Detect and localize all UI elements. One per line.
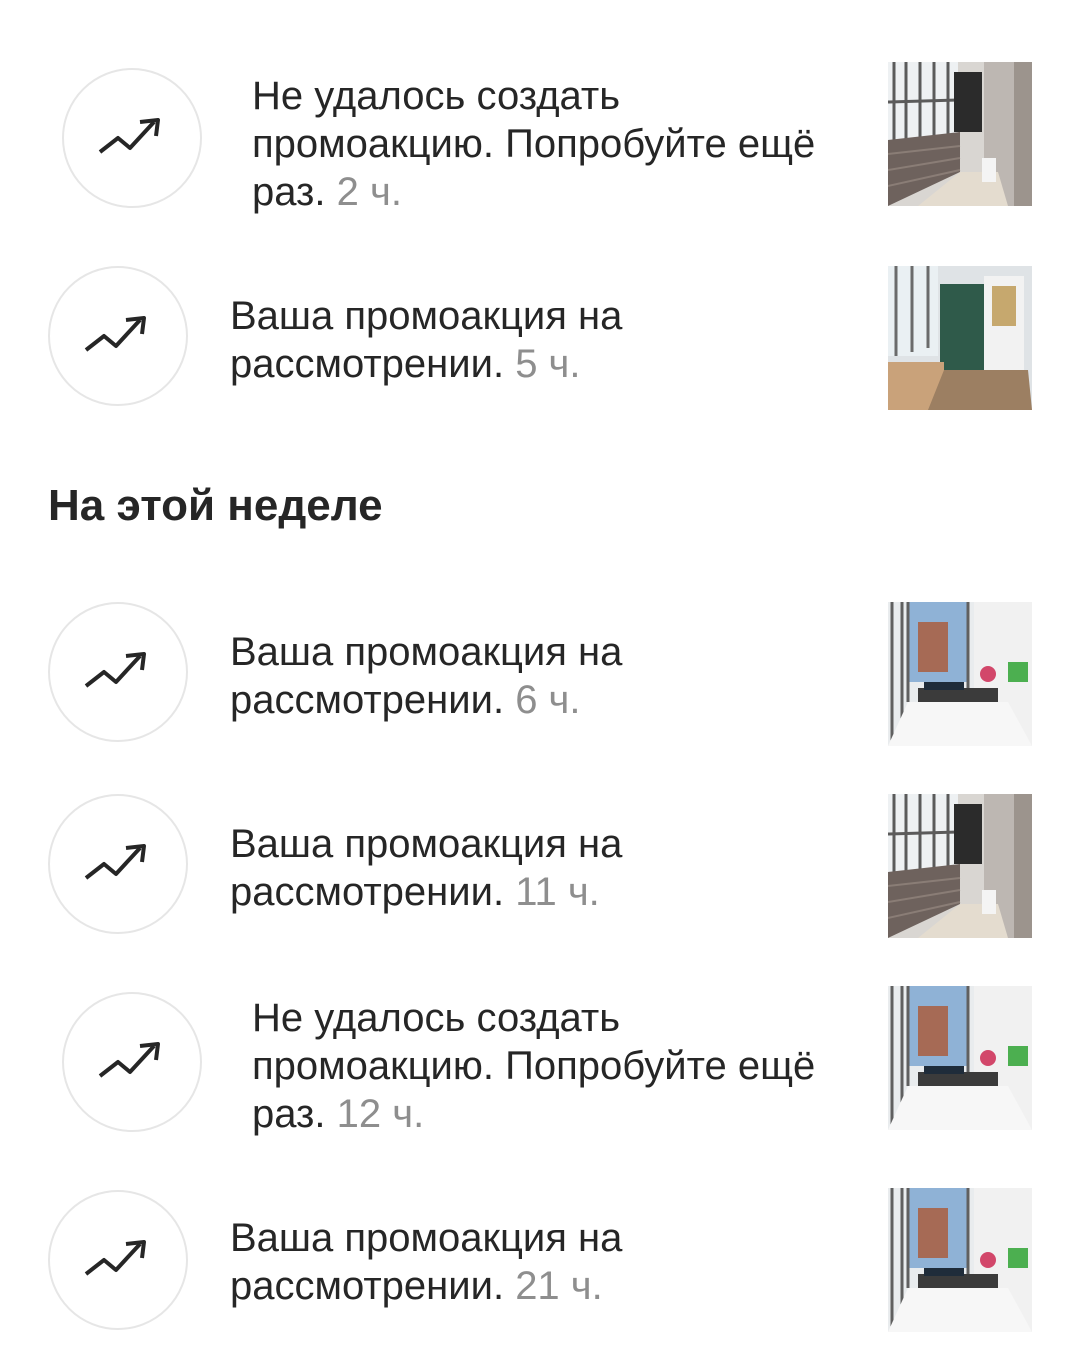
notification-time: 21 ч. (515, 1264, 603, 1308)
notification-text: Ваша промоакция на рассмотрении. 5 ч. (230, 292, 850, 388)
notification-text: Ваша промоакция на рассмотрении. 11 ч. (230, 820, 850, 916)
notification-time: 2 ч. (336, 170, 402, 214)
avatar[interactable] (62, 68, 202, 208)
post-thumbnail[interactable] (888, 266, 1032, 410)
notification-item[interactable]: Не удалось создать промоакцию. Попробуйт… (0, 60, 1079, 220)
notification-text: Не удалось создать промоакцию. Попробуйт… (252, 72, 872, 216)
notification-text: Ваша промоакция на рассмотрении. 21 ч. (230, 1214, 850, 1310)
notification-time: 11 ч. (515, 870, 600, 914)
post-thumbnail[interactable] (888, 794, 1032, 938)
notification-time: 5 ч. (515, 342, 581, 386)
section-header: На этой неделе (48, 481, 383, 530)
avatar[interactable] (48, 1190, 188, 1330)
avatar[interactable] (48, 794, 188, 934)
trending-up-icon (84, 844, 146, 880)
trending-up-icon (98, 118, 160, 154)
notification-time: 12 ч. (336, 1092, 425, 1136)
notification-item[interactable]: Не удалось создать промоакцию. Попробуйт… (0, 984, 1079, 1144)
notification-item[interactable]: Ваша промоакция на рассмотрении. 21 ч. (0, 1186, 1079, 1346)
avatar[interactable] (62, 992, 202, 1132)
post-thumbnail[interactable] (888, 62, 1032, 206)
avatar[interactable] (48, 266, 188, 406)
notification-text: Ваша промоакция на рассмотрении. 6 ч. (230, 628, 850, 724)
notification-item[interactable]: Ваша промоакция на рассмотрении. 11 ч. (0, 790, 1079, 950)
notification-item[interactable]: Ваша промоакция на рассмотрении. 5 ч. (0, 262, 1079, 422)
avatar[interactable] (48, 602, 188, 742)
trending-up-icon (98, 1042, 160, 1078)
trending-up-icon (84, 652, 146, 688)
trending-up-icon (84, 1240, 146, 1276)
post-thumbnail[interactable] (888, 986, 1032, 1130)
trending-up-icon (84, 316, 146, 352)
notification-time: 6 ч. (515, 678, 581, 722)
notification-item[interactable]: Ваша промоакция на рассмотрении. 6 ч. (0, 598, 1079, 758)
notification-text: Не удалось создать промоакцию. Попробуйт… (252, 994, 872, 1138)
post-thumbnail[interactable] (888, 602, 1032, 746)
post-thumbnail[interactable] (888, 1188, 1032, 1332)
